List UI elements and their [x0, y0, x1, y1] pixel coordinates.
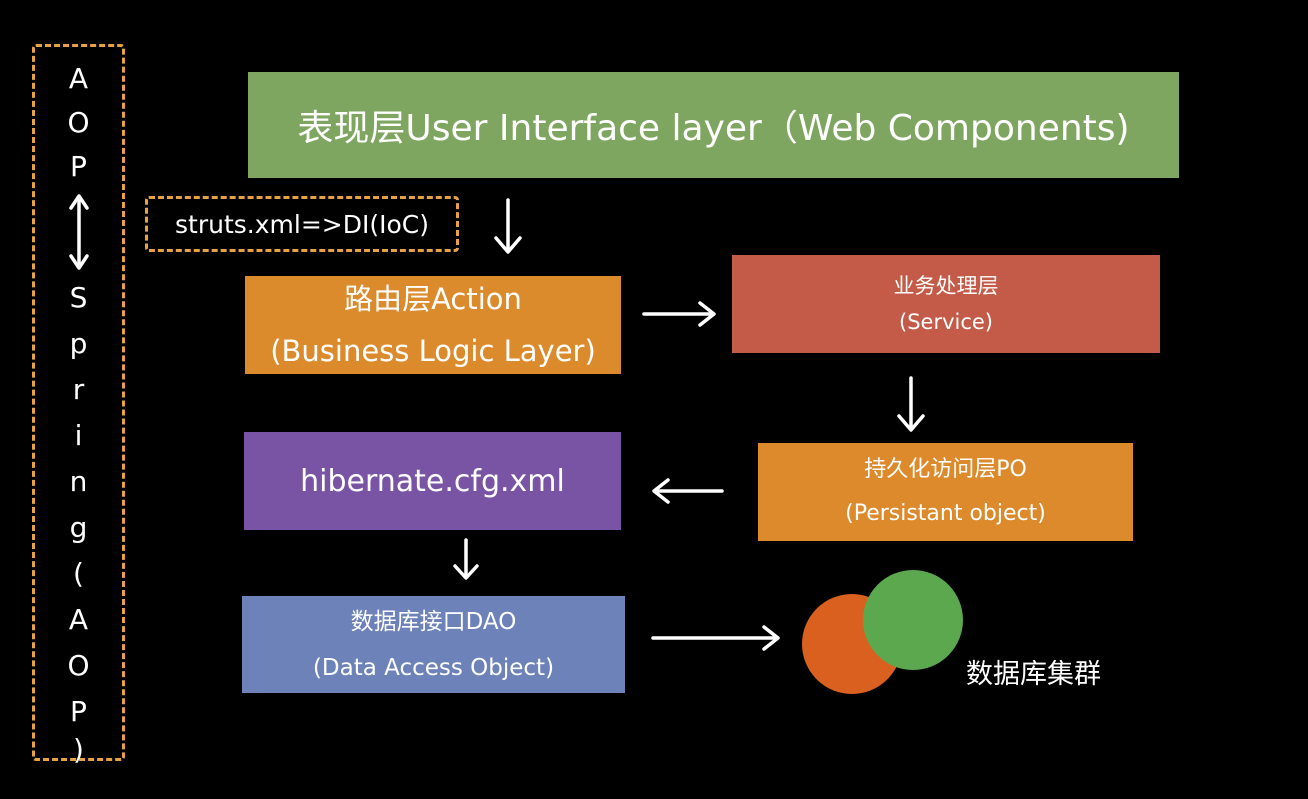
- aop-double-arrow-icon: [69, 194, 89, 270]
- database-cluster-label: 数据库集群: [966, 659, 1101, 690]
- database-node-green-icon: [863, 570, 963, 670]
- arrow-ui-to-action-icon: [494, 198, 522, 254]
- arrow-persistence-to-hibernate-icon: [652, 478, 724, 504]
- arrow-service-to-persistence-icon: [897, 376, 925, 432]
- arrow-hibernate-to-dao-icon: [453, 538, 479, 580]
- arrow-dao-to-cluster-icon: [651, 625, 780, 651]
- arrow-action-to-service-icon: [642, 301, 716, 327]
- diagram-connectors: [69, 194, 963, 694]
